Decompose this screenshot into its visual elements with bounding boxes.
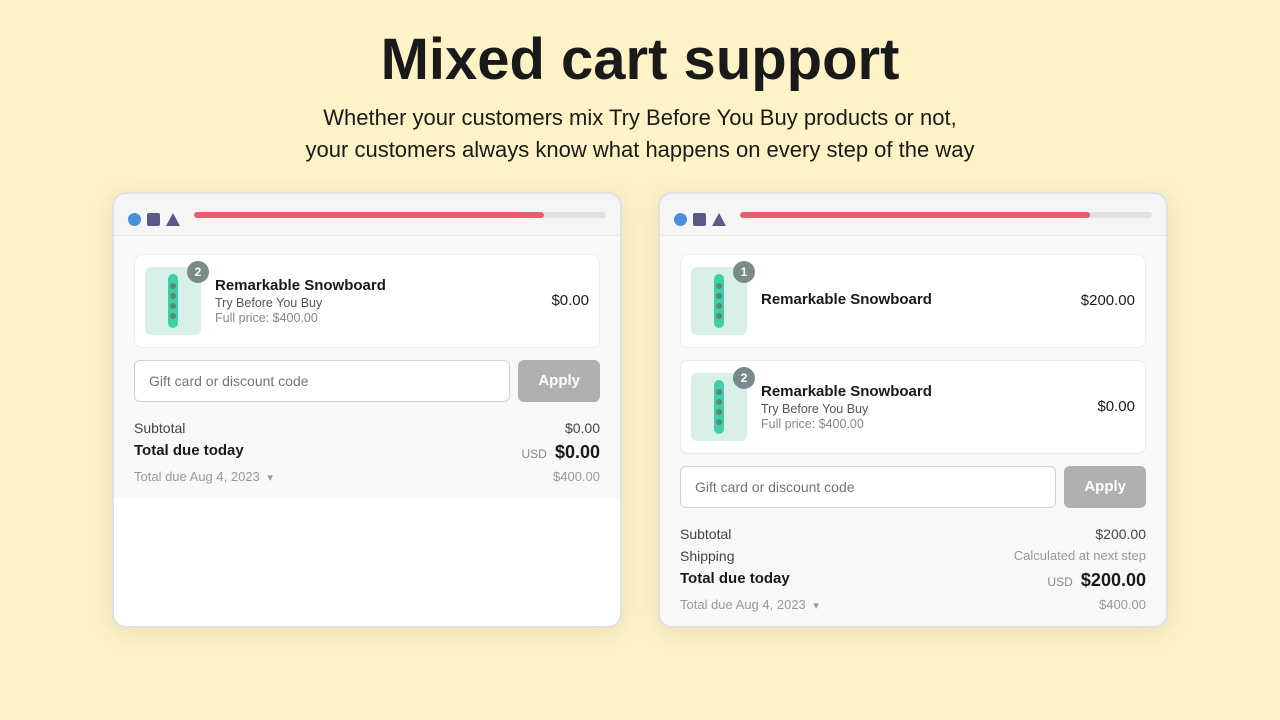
future-row-right: Total due Aug 4, 2023 ▾ $400.00: [680, 597, 1146, 612]
cards-row: 2 Remarkable Snowboard Try Before You B: [0, 192, 1280, 628]
total-label-left: Total due today: [134, 442, 244, 463]
discount-row-right: Apply: [680, 466, 1146, 508]
progress-bar-fill-right: [740, 212, 1090, 218]
browser-bar-left: [114, 194, 620, 236]
hero-subtitle: Whether your customers mix Try Before Yo…: [60, 102, 1220, 166]
snowboard-icon-left: [154, 272, 192, 330]
future-label-left: Total due Aug 4, 2023: [134, 469, 260, 484]
dot-square-right: [693, 213, 706, 226]
total-usd-left: USD: [521, 447, 546, 461]
chevron-down-icon-right: ▾: [813, 600, 819, 612]
item-fullprice-right-2: Full price: $400.00: [761, 417, 1087, 431]
progress-bar-right: [740, 212, 1152, 218]
browser-content-left: 2 Remarkable Snowboard Try Before You B: [114, 236, 620, 498]
item-badge-right-1: 1: [733, 261, 755, 283]
totals-section-left: Subtotal $0.00 Total due today USD $0.00…: [134, 416, 600, 484]
item-name-right-2: Remarkable Snowboard: [761, 383, 1087, 400]
item-price-right-2: $0.00: [1097, 398, 1135, 415]
item-details-right-2: Remarkable Snowboard Try Before You Buy …: [761, 383, 1087, 431]
browser-content-right: 1 Remarkable Snowboard $200.00: [660, 236, 1166, 626]
progress-bar-fill-left: [194, 212, 544, 218]
apply-button-right[interactable]: Apply: [1064, 466, 1146, 508]
item-price-left: $0.00: [551, 292, 589, 309]
subtotal-label-left: Subtotal: [134, 420, 185, 436]
item-image-wrap-right-2: 2: [691, 373, 747, 441]
subtotal-value-left: $0.00: [565, 420, 600, 436]
shipping-value-right: Calculated at next step: [1014, 548, 1146, 564]
future-value-left: $400.00: [553, 469, 600, 484]
total-usd-right: USD: [1047, 575, 1072, 589]
item-fullprice-left: Full price: $400.00: [215, 311, 541, 325]
cart-card-right: 1 Remarkable Snowboard $200.00: [658, 192, 1168, 628]
item-details-right-1: Remarkable Snowboard: [761, 291, 1071, 310]
total-label-right: Total due today: [680, 570, 790, 591]
dot-blue-right: [674, 213, 687, 226]
item-image-wrap-right-1: 1: [691, 267, 747, 335]
item-tag-right-2: Try Before You Buy: [761, 402, 1087, 416]
discount-input-left[interactable]: [134, 360, 510, 402]
hero-section: Mixed cart support Whether your customer…: [0, 0, 1280, 188]
total-row-right: Total due today USD $200.00: [680, 570, 1146, 591]
totals-section-right: Subtotal $200.00 Shipping Calculated at …: [680, 522, 1146, 612]
item-details-left: Remarkable Snowboard Try Before You Buy …: [215, 277, 541, 325]
item-badge-left: 2: [187, 261, 209, 283]
cart-card-left: 2 Remarkable Snowboard Try Before You B: [112, 192, 622, 628]
item-image-wrap-left: 2: [145, 267, 201, 335]
snowboard-icon-right-2: [700, 378, 738, 436]
shipping-row-right: Shipping Calculated at next step: [680, 548, 1146, 564]
chevron-down-icon-left: ▾: [267, 472, 273, 484]
cart-item-right-2: 2 Remarkable Snowboard Try Before You B: [680, 360, 1146, 454]
apply-button-left[interactable]: Apply: [518, 360, 600, 402]
subtotal-label-right: Subtotal: [680, 526, 731, 542]
future-value-right: $400.00: [1099, 597, 1146, 612]
shipping-label-right: Shipping: [680, 548, 735, 564]
total-value-right: $200.00: [1081, 570, 1146, 590]
discount-input-right[interactable]: [680, 466, 1056, 508]
item-name-right-1: Remarkable Snowboard: [761, 291, 1071, 308]
cart-item-left: 2 Remarkable Snowboard Try Before You B: [134, 254, 600, 348]
item-tag-left: Try Before You Buy: [215, 296, 541, 310]
total-row-left: Total due today USD $0.00: [134, 442, 600, 463]
future-row-left: Total due Aug 4, 2023 ▾ $400.00: [134, 469, 600, 484]
dot-triangle-left: [166, 213, 180, 226]
snowboard-icon-right-1: [700, 272, 738, 330]
dot-blue-left: [128, 213, 141, 226]
future-label-right: Total due Aug 4, 2023: [680, 597, 806, 612]
item-price-right-1: $200.00: [1081, 292, 1135, 309]
total-value-left: $0.00: [555, 442, 600, 462]
item-name-left: Remarkable Snowboard: [215, 277, 541, 294]
subtotal-row-left: Subtotal $0.00: [134, 420, 600, 436]
dot-square-left: [147, 213, 160, 226]
browser-bar-right: [660, 194, 1166, 236]
progress-bar-left: [194, 212, 606, 218]
hero-title: Mixed cart support: [60, 28, 1220, 92]
item-badge-right-2: 2: [733, 367, 755, 389]
subtotal-value-right: $200.00: [1095, 526, 1146, 542]
cart-item-right-1: 1 Remarkable Snowboard $200.00: [680, 254, 1146, 348]
dot-triangle-right: [712, 213, 726, 226]
subtotal-row-right: Subtotal $200.00: [680, 526, 1146, 542]
discount-row-left: Apply: [134, 360, 600, 402]
